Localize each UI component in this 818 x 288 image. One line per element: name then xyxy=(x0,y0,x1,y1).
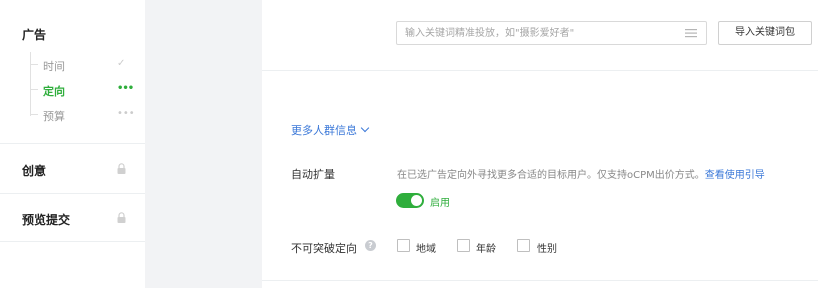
usage-guide-link[interactable]: 查看使用引导 xyxy=(705,170,765,181)
sidebar-item-time[interactable]: 时间 xyxy=(43,58,65,74)
tree-tick xyxy=(30,64,38,65)
toggle-knob xyxy=(411,195,422,206)
in-progress-icon: ••• xyxy=(117,83,134,94)
list-icon[interactable] xyxy=(685,28,697,38)
sidebar xyxy=(0,0,145,288)
sidebar-section-ad[interactable]: 广告 xyxy=(22,26,46,43)
tree-connector xyxy=(30,52,31,116)
checkbox-region[interactable] xyxy=(397,239,410,252)
sidebar-item-budget[interactable]: 预算 xyxy=(43,108,65,124)
tree-tick xyxy=(30,114,38,115)
auto-expand-toggle[interactable] xyxy=(396,193,424,208)
sidebar-section-creative[interactable]: 创意 xyxy=(22,162,46,179)
sidebar-section-preview-submit[interactable]: 预览提交 xyxy=(22,211,70,228)
sidebar-divider xyxy=(0,193,145,194)
help-icon[interactable]: ? xyxy=(365,240,376,251)
auto-expand-hint-text: 在已选广告定向外寻找更多合适的目标用户。仅支持oCPM出价方式。 xyxy=(397,170,705,181)
auto-expand-label: 自动扩量 xyxy=(291,168,335,181)
checkbox-gender-label[interactable]: 性别 xyxy=(537,240,557,255)
check-icon: ✓ xyxy=(117,58,126,69)
lock-icon xyxy=(117,212,126,223)
toggle-enabled-label: 启用 xyxy=(430,198,450,209)
keyword-input[interactable] xyxy=(397,22,667,44)
section-divider xyxy=(262,280,818,281)
chevron-down-icon xyxy=(360,123,370,133)
auto-expand-hint: 在已选广告定向外寻找更多合适的目标用户。仅支持oCPM出价方式。查看使用引导 xyxy=(397,166,765,181)
checkbox-gender[interactable] xyxy=(517,239,530,252)
checkbox-region-label[interactable]: 地域 xyxy=(416,240,436,255)
no-breakthrough-label: 不可突破定向 xyxy=(291,242,357,255)
import-keyword-pack-button[interactable]: 导入关键词包 xyxy=(718,21,812,45)
lock-icon xyxy=(117,163,126,174)
sidebar-divider xyxy=(0,143,145,144)
more-audience-info-label: 更多人群信息 xyxy=(291,124,357,137)
sidebar-gutter xyxy=(145,0,262,288)
sidebar-divider xyxy=(0,241,145,242)
more-audience-info-link[interactable]: 更多人群信息 xyxy=(291,122,370,138)
section-divider xyxy=(262,70,818,71)
checkbox-age-label[interactable]: 年龄 xyxy=(476,240,496,255)
keyword-search-field[interactable] xyxy=(396,21,707,45)
tree-tick xyxy=(30,89,38,90)
pending-icon: ••• xyxy=(117,108,135,119)
sidebar-item-targeting[interactable]: 定向 xyxy=(43,83,65,99)
checkbox-age[interactable] xyxy=(457,239,470,252)
